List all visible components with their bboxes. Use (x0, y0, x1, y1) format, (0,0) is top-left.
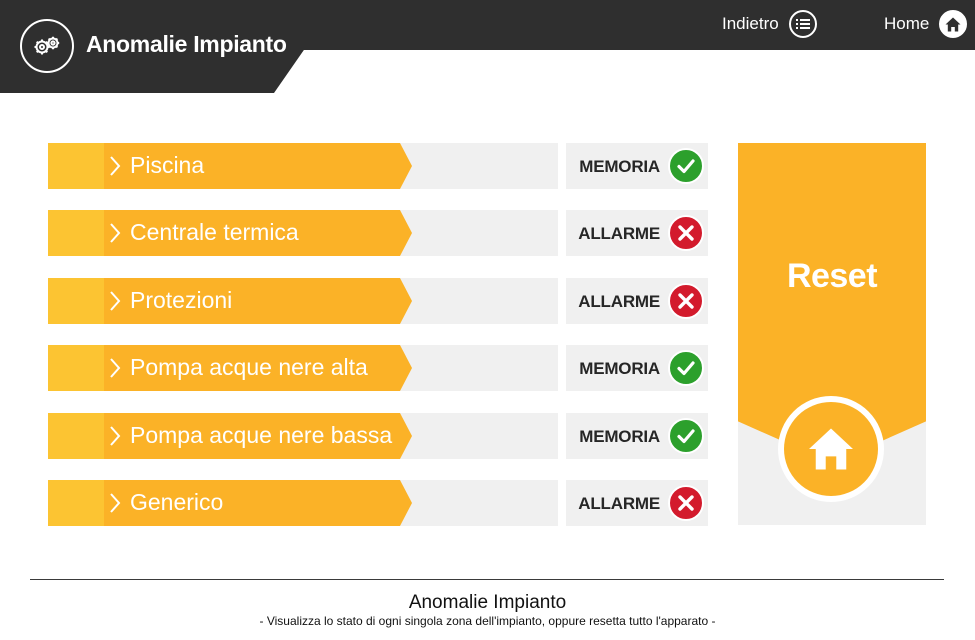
status-text: ALLARME (578, 224, 660, 243)
list-icon (788, 10, 817, 38)
cross-icon (668, 485, 704, 521)
gears-icon (20, 19, 74, 73)
zone-row: Protezioni ALLARME (48, 278, 708, 324)
chevron-right-icon (110, 358, 121, 378)
status-text: MEMORIA (579, 359, 660, 378)
reset-home-badge (778, 396, 884, 502)
home-button[interactable]: Home (884, 10, 968, 38)
zone-row: Pompa acque nere alta MEMORIA (48, 345, 708, 391)
zone-button[interactable]: Centrale termica (48, 210, 412, 256)
status-text: MEMORIA (579, 157, 660, 176)
check-icon (668, 148, 704, 184)
check-icon (668, 350, 704, 386)
status-badge: MEMORIA (566, 413, 708, 459)
status-badge: ALLARME (566, 480, 708, 526)
zone-row: Generico ALLARME (48, 480, 708, 526)
check-icon (668, 418, 704, 454)
status-text: ALLARME (578, 494, 660, 513)
zone-label: Generico (130, 489, 224, 515)
zone-button[interactable]: Generico (48, 480, 412, 526)
page-title: Anomalie Impianto (86, 31, 287, 57)
back-label: Indietro (722, 14, 779, 33)
status-text: ALLARME (578, 292, 660, 311)
footer-divider (30, 579, 944, 580)
status-badge: MEMORIA (566, 143, 708, 189)
home-icon (939, 10, 968, 38)
home-label: Home (884, 14, 930, 33)
zone-label: Centrale termica (130, 219, 299, 245)
status-text: MEMORIA (579, 427, 660, 446)
status-badge: ALLARME (566, 278, 708, 324)
home-icon (784, 402, 878, 496)
zone-button[interactable]: Pompa acque nere bassa (48, 413, 412, 459)
zone-button[interactable]: Piscina (48, 143, 412, 189)
zone-row: Piscina MEMORIA (48, 143, 708, 189)
footer-subtitle: - Visualizza lo stato di ogni singola zo… (259, 614, 716, 628)
status-badge: MEMORIA (566, 345, 708, 391)
chevron-right-icon (110, 156, 121, 176)
chevron-right-icon (110, 291, 121, 311)
zone-row: Pompa acque nere bassa MEMORIA (48, 413, 708, 459)
cross-icon (668, 215, 704, 251)
zone-label: Protezioni (130, 287, 233, 313)
footer-title: Anomalie Impianto (408, 592, 567, 613)
status-badge: ALLARME (566, 210, 708, 256)
zone-label: Pompa acque nere alta (130, 354, 368, 380)
chevron-right-icon (110, 426, 121, 446)
zone-label: Piscina (130, 152, 205, 178)
reset-label: Reset (786, 257, 878, 295)
zone-label: Pompa acque nere bassa (130, 422, 393, 448)
back-button[interactable]: Indietro (722, 10, 817, 38)
reset-button[interactable]: Reset (738, 143, 926, 525)
zone-row: Centrale termica ALLARME (48, 210, 708, 256)
zone-button[interactable]: Pompa acque nere alta (48, 345, 412, 391)
zone-button[interactable]: Protezioni (48, 278, 412, 324)
chevron-right-icon (110, 493, 121, 513)
cross-icon (668, 283, 704, 319)
chevron-right-icon (110, 223, 121, 243)
